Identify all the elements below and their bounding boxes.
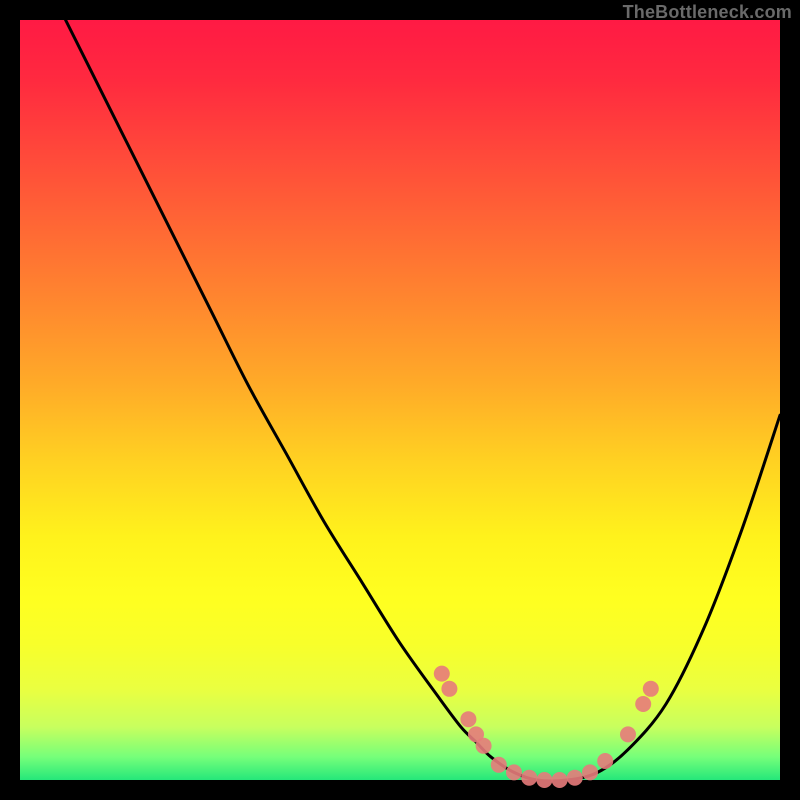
marker-dot (434, 666, 450, 682)
marker-dot (441, 681, 457, 697)
marker-dot (460, 711, 476, 727)
marker-dot (567, 770, 583, 786)
marker-group (434, 666, 659, 788)
chart-frame: TheBottleneck.com (0, 0, 800, 800)
marker-dot (476, 738, 492, 754)
bottleneck-curve (66, 20, 780, 781)
marker-dot (597, 753, 613, 769)
marker-dot (635, 696, 651, 712)
marker-dot (491, 757, 507, 773)
marker-dot (521, 770, 537, 786)
marker-dot (552, 772, 568, 788)
marker-dot (506, 764, 522, 780)
attribution-text: TheBottleneck.com (623, 2, 792, 23)
chart-svg (20, 20, 780, 780)
marker-dot (620, 726, 636, 742)
marker-dot (582, 764, 598, 780)
marker-dot (536, 772, 552, 788)
marker-dot (643, 681, 659, 697)
